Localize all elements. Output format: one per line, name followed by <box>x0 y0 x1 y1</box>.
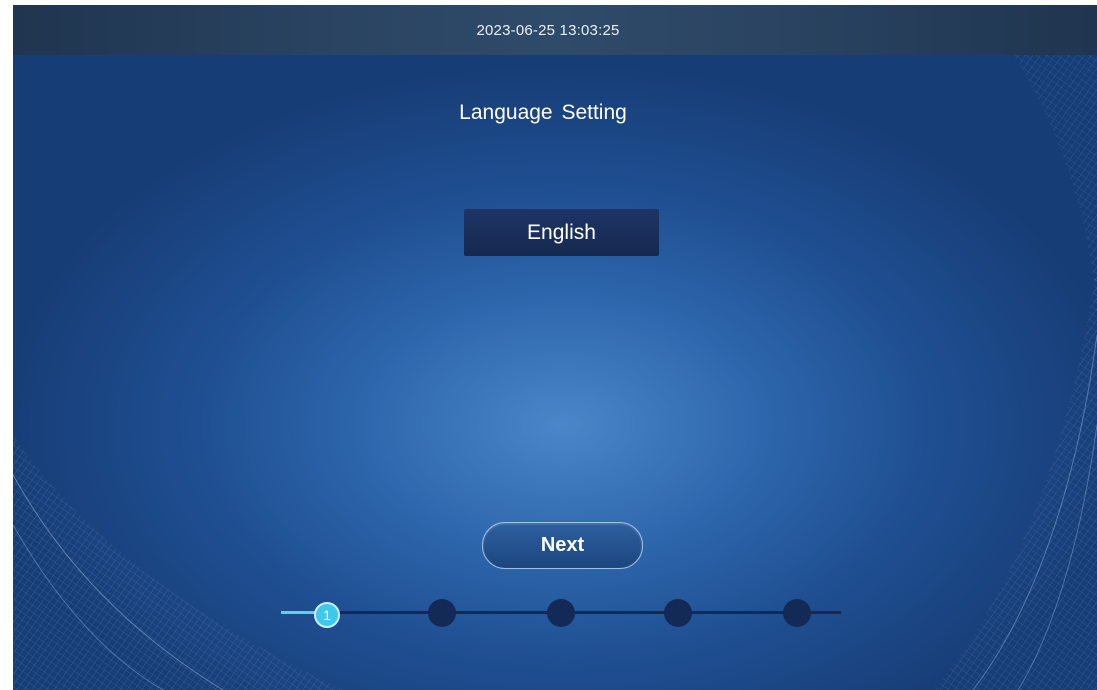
step-2-indicator <box>428 599 456 627</box>
step-connector-track <box>339 611 841 614</box>
page-title: Language Setting <box>459 101 627 124</box>
datetime-display: 2023-06-25 13:03:25 <box>476 21 620 39</box>
step-1-indicator: 1 <box>314 602 340 628</box>
language-select-button[interactable]: English <box>464 209 659 256</box>
step-4-indicator <box>664 599 692 627</box>
step-connector-completed <box>281 611 315 614</box>
status-bar: 2023-06-25 13:03:25 <box>13 5 1097 55</box>
next-button[interactable]: Next <box>482 522 643 569</box>
wizard-screen: 2023-06-25 13:03:25 Language Setting Eng… <box>13 5 1097 690</box>
step-3-indicator <box>547 599 575 627</box>
step-progress-indicator: 1 <box>281 595 841 629</box>
step-5-indicator <box>783 599 811 627</box>
